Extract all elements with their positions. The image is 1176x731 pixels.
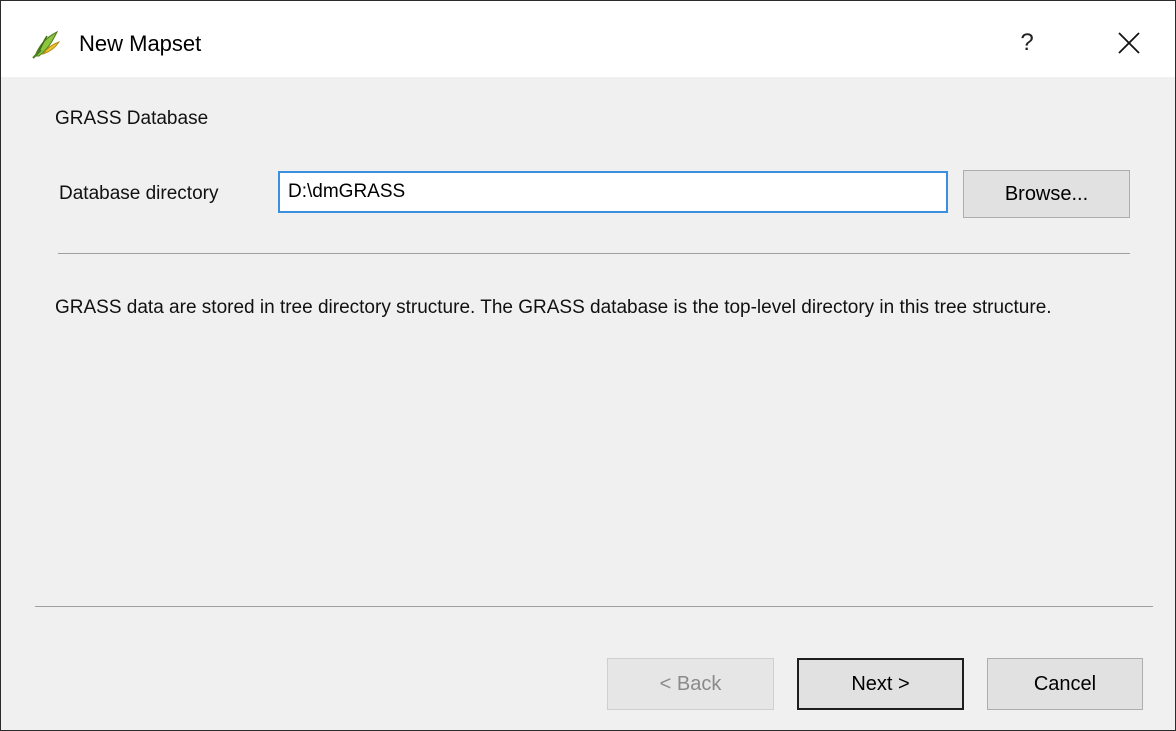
help-button[interactable]: ? [1005,23,1049,63]
close-button[interactable] [1106,23,1150,63]
section-title: GRASS Database [55,108,209,129]
title-bar: New Mapset ? [1,1,1175,77]
new-mapset-dialog: New Mapset ? GRASS Database Database dir… [0,0,1176,731]
footer-separator [35,606,1153,607]
cancel-button[interactable]: Cancel [987,658,1143,710]
close-icon [1118,32,1140,54]
database-directory-label: Database directory [59,183,219,204]
back-button[interactable]: < Back [607,658,774,710]
next-button[interactable]: Next > [797,658,964,710]
database-directory-input[interactable] [278,171,948,213]
qgis-grass-icon [32,30,61,59]
description-text: GRASS data are stored in tree directory … [55,297,1052,318]
window-title: New Mapset [79,31,202,56]
separator [58,253,1130,254]
browse-button[interactable]: Browse... [963,170,1130,218]
